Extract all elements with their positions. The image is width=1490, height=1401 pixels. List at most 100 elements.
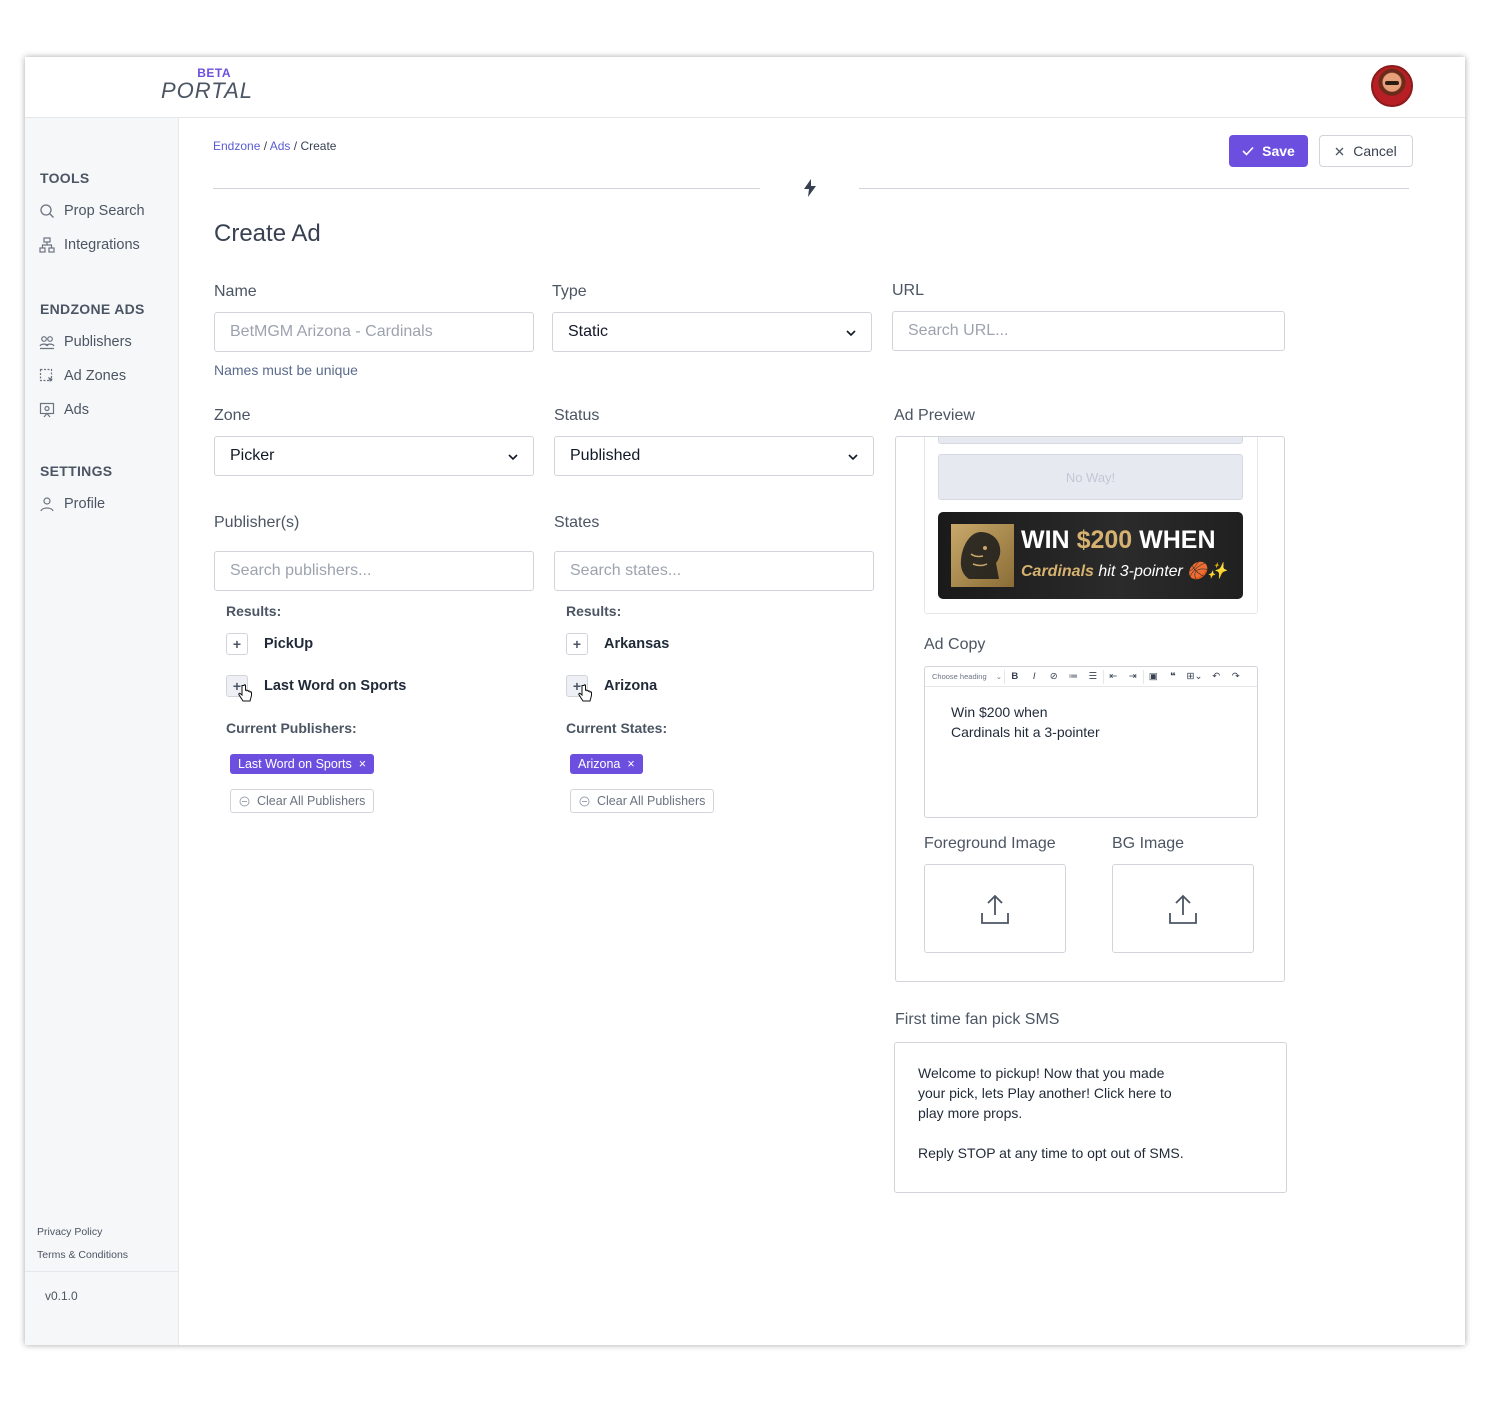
sidebar-item-profile[interactable]: Profile xyxy=(39,496,105,512)
list-item: + Last Word on Sports xyxy=(226,675,406,702)
ad-preview-panel: No Way! WIN $200 WHEN Cardinals hit 3-po… xyxy=(895,436,1285,982)
state-result-label: Arizona xyxy=(604,678,658,694)
sms-line: Welcome to pickup! Now that you made xyxy=(918,1065,1165,1081)
hand-cursor-icon xyxy=(578,684,592,702)
undo-icon[interactable]: ↶ xyxy=(1207,670,1227,684)
top-bar: BETA PORTAL xyxy=(25,57,1465,118)
divider xyxy=(859,188,1409,189)
user-avatar[interactable] xyxy=(1371,65,1413,107)
users-icon xyxy=(39,336,55,350)
clear-label: Clear All Publishers xyxy=(257,794,366,808)
clear-states-button[interactable]: Clear All Publishers xyxy=(570,789,715,813)
minus-circle-icon xyxy=(579,796,590,806)
remove-tag-icon[interactable]: × xyxy=(627,757,634,771)
zone-label: Zone xyxy=(214,407,251,424)
sidebar-item-label: Ads xyxy=(64,402,89,418)
banner-when: WHEN xyxy=(1139,526,1216,554)
url-input[interactable]: Search URL... xyxy=(892,311,1285,351)
add-publisher-button[interactable]: + xyxy=(226,633,248,655)
preview-option xyxy=(938,437,1243,444)
publisher-result-label: PickUp xyxy=(264,636,314,652)
name-hint: Names must be unique xyxy=(214,362,358,378)
quote-icon[interactable]: ❝ xyxy=(1163,670,1183,684)
close-icon xyxy=(1335,147,1344,155)
editor-content[interactable]: Win $200 when Cardinals hit a 3-pointer xyxy=(951,702,1100,742)
sidebar-item-publishers[interactable]: Publishers xyxy=(39,334,132,350)
publisher-tag: Last Word on Sports × xyxy=(230,754,375,774)
bg-image-upload[interactable] xyxy=(1112,864,1254,953)
status-label: Status xyxy=(554,407,600,424)
app-window: BETA PORTAL TOOLS Prop Search Integratio… xyxy=(25,57,1465,1345)
name-input[interactable]: BetMGM Arizona - Cardinals xyxy=(214,312,534,352)
sidebar-divider xyxy=(25,1271,179,1272)
add-state-button[interactable]: + xyxy=(566,675,592,702)
bolt-icon xyxy=(804,179,816,197)
bold-button[interactable]: B xyxy=(1005,670,1025,684)
list-item: + Arizona xyxy=(566,675,658,702)
sms-line: Reply STOP at any time to opt out of SMS… xyxy=(918,1145,1184,1161)
foreground-image-upload[interactable] xyxy=(924,864,1066,953)
clear-publishers-button[interactable]: Clear All Publishers xyxy=(230,789,375,813)
sidebar-item-ads[interactable]: Ads xyxy=(39,402,89,418)
user-icon xyxy=(40,497,54,512)
link-icon[interactable]: ⊘ xyxy=(1044,670,1064,684)
privacy-policy-link[interactable]: Privacy Policy xyxy=(37,1226,102,1238)
publishers-search-input[interactable]: Search publishers... xyxy=(214,551,534,591)
editor-line: Win $200 when xyxy=(951,704,1048,720)
italic-button[interactable]: I xyxy=(1025,670,1045,684)
type-label: Type xyxy=(552,283,587,300)
url-label: URL xyxy=(892,282,925,299)
upload-icon xyxy=(981,894,1009,924)
status-select[interactable]: Published xyxy=(554,436,874,476)
terms-link[interactable]: Terms & Conditions xyxy=(37,1249,128,1261)
breadcrumb-ads[interactable]: Ads xyxy=(270,139,291,153)
remove-tag-icon[interactable]: × xyxy=(359,757,366,771)
numbered-list-icon[interactable]: ☰ xyxy=(1083,670,1103,684)
publishers-label: Publisher(s) xyxy=(214,514,300,531)
current-states-heading: Current States: xyxy=(566,720,668,736)
states-search-input[interactable]: Search states... xyxy=(554,551,874,591)
sidebar-item-ad-zones[interactable]: Ad Zones xyxy=(39,368,126,384)
type-value: Static xyxy=(568,323,609,340)
search-icon xyxy=(40,204,54,218)
states-results-heading: Results: xyxy=(566,603,622,619)
lion-logo-icon xyxy=(951,524,1014,587)
no-way-option: No Way! xyxy=(938,454,1243,500)
ad-copy-editor[interactable]: Choose heading ⌄ B I ⊘ ≔ ☰ ⇤ ⇥ ▣ ❝ ⊞⌄ ↶ ↷… xyxy=(924,666,1258,818)
sidebar-item-prop-search[interactable]: Prop Search xyxy=(39,203,145,219)
heading-select[interactable]: Choose heading ⌄ xyxy=(930,669,1005,684)
breadcrumb-separator: / xyxy=(263,139,268,153)
zone-select[interactable]: Picker xyxy=(214,436,534,476)
editor-line: Cardinals hit a 3-pointer xyxy=(951,724,1100,740)
sms-line: your pick, lets Play another! Click here… xyxy=(918,1085,1172,1101)
indent-icon[interactable]: ⇥ xyxy=(1123,670,1143,684)
add-state-button[interactable]: + xyxy=(566,633,588,655)
publishers-results-heading: Results: xyxy=(226,603,282,619)
breadcrumb-current: Create xyxy=(300,139,337,153)
bulleted-list-icon[interactable]: ≔ xyxy=(1064,670,1084,684)
tag-label: Arizona xyxy=(578,757,621,771)
table-icon[interactable]: ⊞⌄ xyxy=(1183,670,1207,684)
cancel-label: Cancel xyxy=(1353,143,1397,159)
cancel-button[interactable]: Cancel xyxy=(1319,135,1413,167)
redo-icon[interactable]: ↷ xyxy=(1226,670,1246,684)
page-title: Create Ad xyxy=(214,220,321,247)
portal-logo[interactable]: BETA PORTAL xyxy=(161,66,252,106)
sms-textarea[interactable]: Welcome to pickup! Now that you made you… xyxy=(894,1042,1287,1193)
save-button[interactable]: Save xyxy=(1229,135,1308,167)
name-label: Name xyxy=(214,283,257,300)
chevron-down-icon xyxy=(848,454,858,461)
banner-rest: hit 3-pointer xyxy=(1098,563,1183,580)
version-label: v0.1.0 xyxy=(45,1289,78,1303)
type-select[interactable]: Static xyxy=(552,312,872,352)
chevron-down-icon xyxy=(508,454,518,461)
outdent-icon[interactable]: ⇤ xyxy=(1104,670,1124,684)
sidebar: TOOLS Prop Search Integrations ENDZONE A… xyxy=(25,118,179,1345)
banner-amount: $200 xyxy=(1076,526,1133,554)
breadcrumb-endzone[interactable]: Endzone xyxy=(213,139,260,153)
add-publisher-button[interactable]: + xyxy=(226,675,252,702)
sidebar-item-integrations[interactable]: Integrations xyxy=(39,237,140,253)
chevron-down-icon xyxy=(846,330,856,337)
image-icon[interactable]: ▣ xyxy=(1144,670,1164,684)
logo-text: PORTAL xyxy=(161,78,253,103)
